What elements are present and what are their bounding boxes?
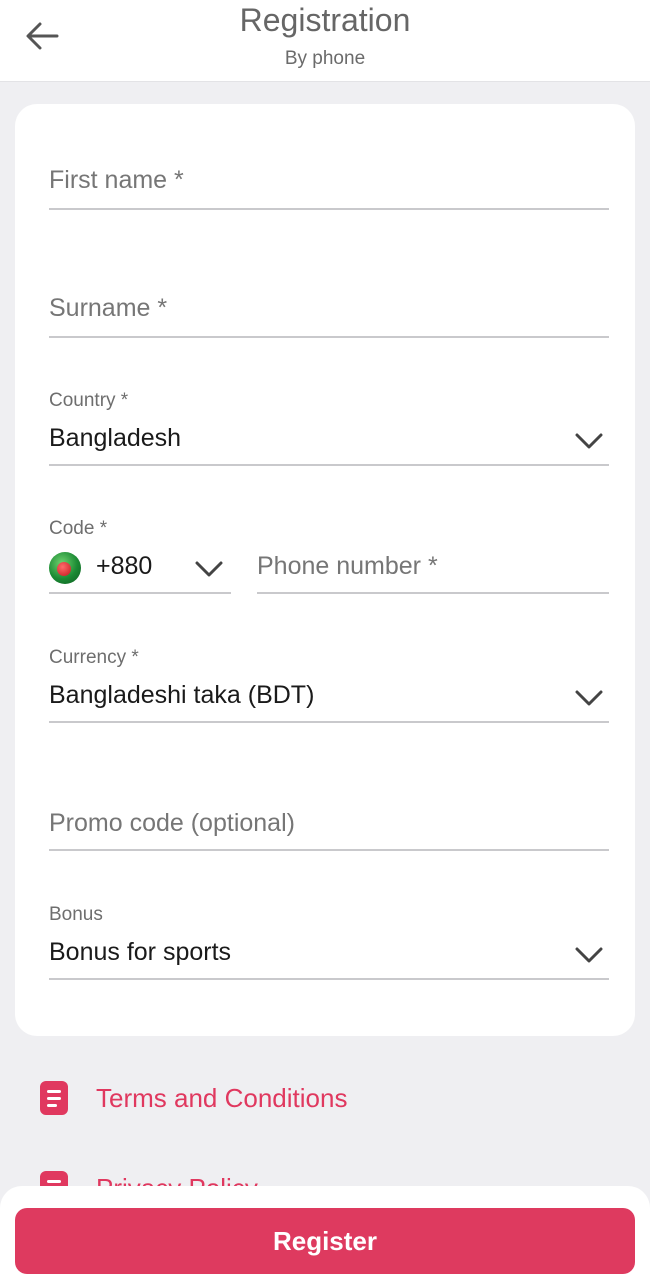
first-name-underline [49, 208, 609, 210]
chevron-down-icon[interactable] [575, 432, 603, 450]
bonus-label: Bonus [49, 904, 103, 925]
first-name-placeholder: First name * [49, 166, 184, 194]
bangladesh-flag-icon [49, 552, 81, 584]
chevron-down-icon[interactable] [195, 560, 223, 578]
bonus-value: Bonus for sports [49, 938, 232, 966]
currency-label: Currency * [49, 647, 139, 668]
first-name-field[interactable]: First name * [49, 160, 609, 210]
promo-code-field[interactable]: Promo code (optional) [49, 801, 609, 851]
promo-code-placeholder: Promo code (optional) [49, 809, 295, 837]
registration-form-card: First name * Surname * Country * Banglad… [15, 104, 635, 1036]
code-label: Code * [49, 518, 108, 539]
register-button[interactable]: Register [15, 1208, 635, 1274]
phone-number-field[interactable]: Phone number * [257, 544, 609, 594]
code-underline [49, 592, 231, 594]
country-value: Bangladesh [49, 424, 182, 452]
surname-underline [49, 336, 609, 338]
country-label: Country * [49, 390, 129, 411]
country-select[interactable]: Country * Bangladesh [49, 390, 609, 466]
document-icon [40, 1081, 68, 1115]
phone-underline [257, 592, 609, 594]
surname-placeholder: Surname * [49, 294, 168, 322]
bottom-action-bar: Register [0, 1186, 650, 1280]
chevron-down-icon[interactable] [575, 946, 603, 964]
code-select[interactable]: Code * +880 [49, 518, 231, 594]
currency-value: Bangladeshi taka (BDT) [49, 681, 315, 709]
bonus-select[interactable]: Bonus Bonus for sports [49, 904, 609, 980]
registration-screen: Registration By phone First name * Surna… [0, 0, 650, 1280]
currency-select[interactable]: Currency * Bangladeshi taka (BDT) [49, 647, 609, 723]
bonus-underline [49, 978, 609, 980]
terms-link-label: Terms and Conditions [96, 1082, 348, 1113]
surname-field[interactable]: Surname * [49, 288, 609, 338]
promo-code-underline [49, 849, 609, 851]
app-header: Registration By phone [0, 0, 650, 82]
phone-placeholder: Phone number * [257, 552, 438, 580]
currency-underline [49, 721, 609, 723]
country-underline [49, 464, 609, 466]
terms-link[interactable]: Terms and Conditions [40, 1078, 347, 1118]
chevron-down-icon[interactable] [575, 689, 603, 707]
code-value: +880 [96, 552, 153, 580]
page-title: Registration [239, 2, 411, 38]
page-subtitle: By phone [284, 48, 366, 69]
